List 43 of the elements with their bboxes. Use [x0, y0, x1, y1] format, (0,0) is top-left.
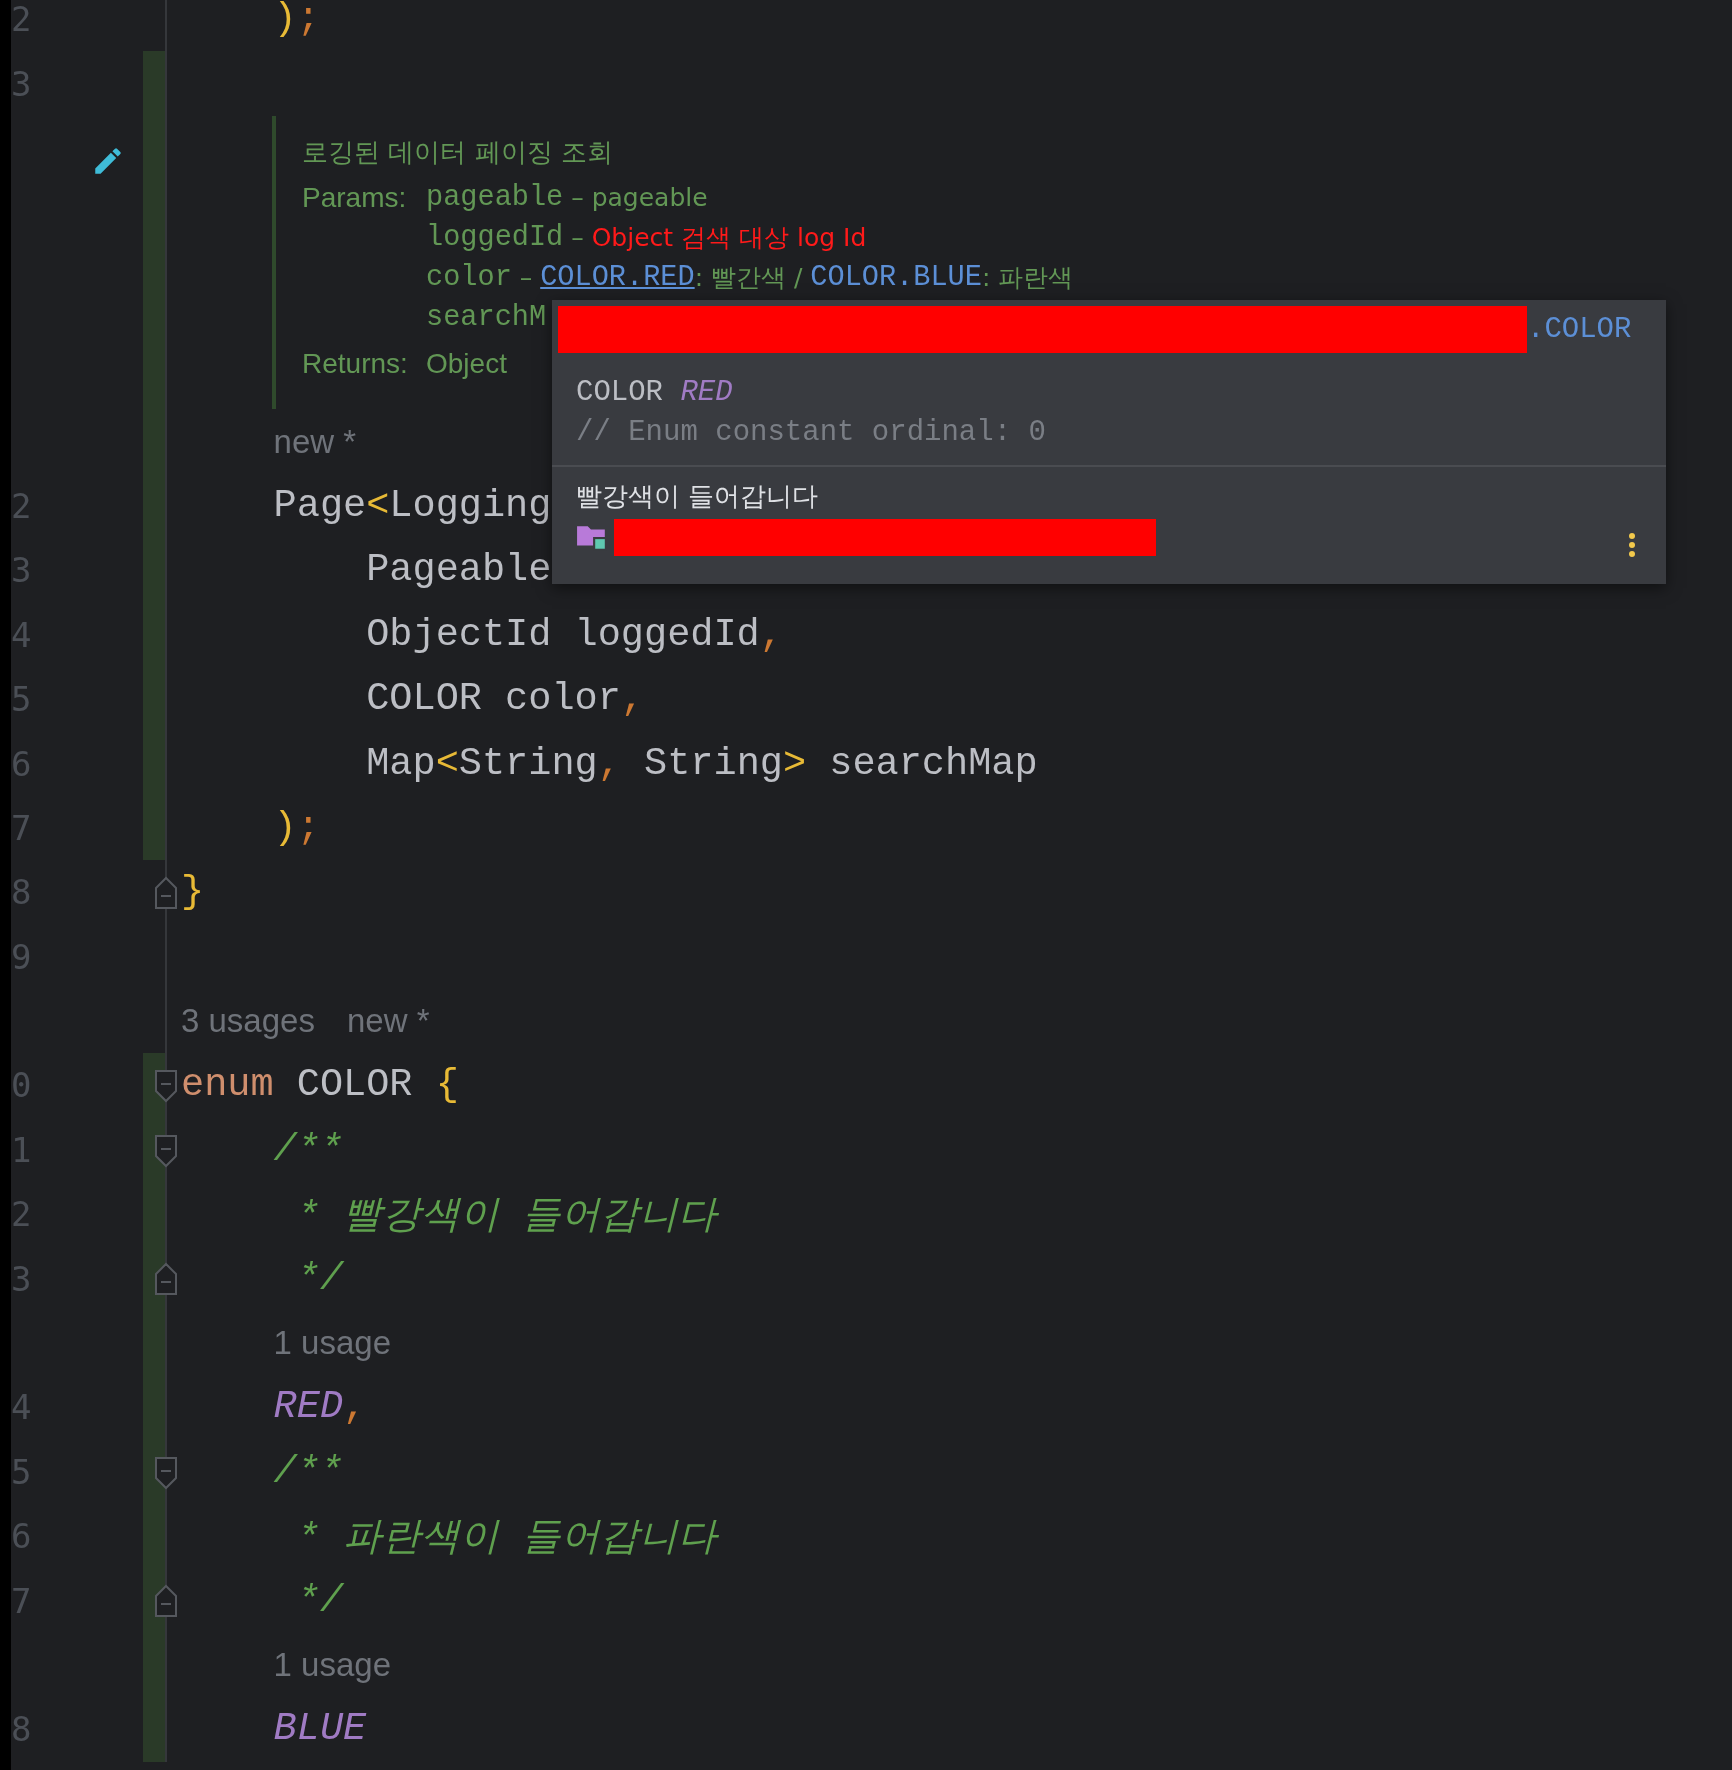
- usage-hint[interactable]: 1 usage: [273, 1324, 392, 1363]
- code-line: RED,: [272, 1385, 367, 1430]
- class-name[interactable]: .COLOR: [1527, 312, 1632, 346]
- code-line: BLUE: [272, 1707, 367, 1752]
- code-line: /**: [272, 1127, 344, 1172]
- doc-summary: 로깅된 데이터 페이징 조회: [302, 136, 614, 170]
- returns-label: Returns:: [302, 346, 409, 380]
- usage-hint[interactable]: new *: [346, 1002, 430, 1041]
- folder-icon: [576, 523, 608, 551]
- param-description: color – COLOR.RED: 빨간색 / COLOR.BLUE: 파란색: [426, 260, 1074, 297]
- code-line: * 파란색이 들어갑니다: [295, 1515, 718, 1562]
- code-line: /**: [272, 1449, 344, 1494]
- code-line: */: [295, 1578, 344, 1623]
- code-line: );: [272, 805, 320, 850]
- more-icon[interactable]: [1628, 532, 1636, 558]
- code-line: */: [295, 1256, 344, 1301]
- fold-icon[interactable]: [154, 1133, 178, 1168]
- code-line: * 빨강색이 들어갑니다: [295, 1193, 718, 1240]
- link[interactable]: COLOR.RED: [540, 261, 695, 295]
- code-line: );: [272, 0, 320, 42]
- param-description: pageable – pageable: [426, 180, 709, 217]
- code-line: Page<Logging: [272, 483, 552, 528]
- fold-icon[interactable]: [154, 1262, 178, 1297]
- description: 빨강색이 들어갑니다: [576, 479, 820, 513]
- usage-hint[interactable]: new *: [273, 422, 357, 461]
- usage-hint[interactable]: 1 usage: [273, 1646, 392, 1684]
- code-line: enum COLOR {: [181, 1063, 459, 1108]
- code-line: }: [181, 870, 205, 915]
- fold-icon[interactable]: [154, 1455, 178, 1490]
- param-description: searchM: [426, 300, 548, 337]
- fold-icon[interactable]: [154, 1584, 178, 1619]
- params-label: Params:: [302, 180, 408, 214]
- code-line: Pageable: [365, 548, 552, 593]
- code-line: ObjectId loggedId,: [365, 612, 783, 657]
- signature: COLOR RED: [576, 374, 734, 411]
- returns-description: Object: [426, 346, 508, 380]
- code-line: COLOR color,: [365, 677, 645, 722]
- ordinal-comment: // Enum constant ordinal: 0: [576, 414, 1047, 451]
- fold-icon[interactable]: [154, 876, 178, 911]
- param-description: loggedId – Object 검색 대상 log Id: [426, 220, 868, 257]
- code-line: Map<String, String> searchMap: [365, 741, 1038, 786]
- usage-hint[interactable]: 3 usages: [181, 1002, 315, 1041]
- fold-icon[interactable]: [154, 1069, 178, 1104]
